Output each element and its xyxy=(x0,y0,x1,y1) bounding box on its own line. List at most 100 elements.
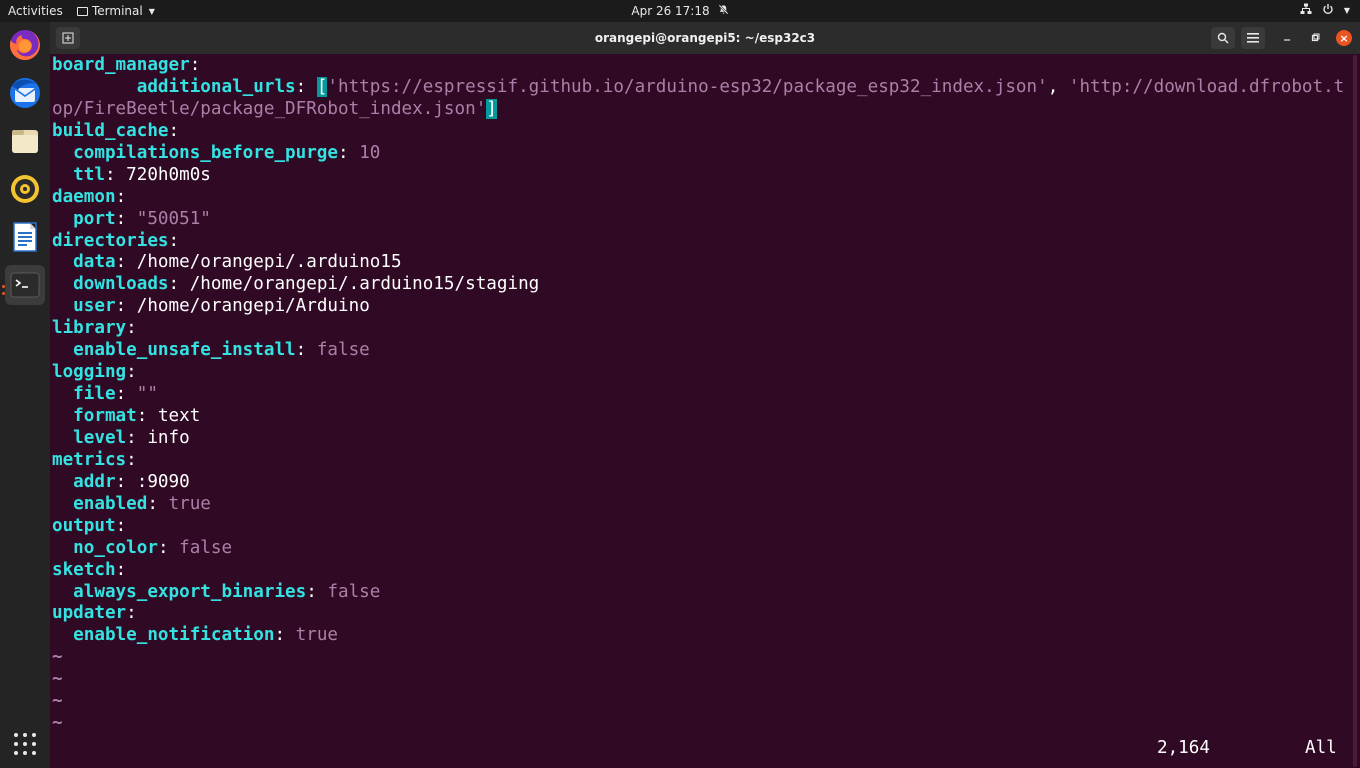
yaml-text: : xyxy=(136,406,158,426)
yaml-text: 'http://download.dfrobot.t xyxy=(1068,76,1345,97)
cursor-bracket-highlight: [ xyxy=(316,76,328,97)
yaml-text: : xyxy=(115,208,137,229)
menu-button[interactable] xyxy=(1241,27,1265,49)
show-applications-button[interactable] xyxy=(5,724,45,764)
yaml-text: : xyxy=(168,274,190,295)
yaml-text: : xyxy=(126,318,137,339)
system-tray[interactable]: ▼ xyxy=(1300,3,1350,18)
editor-line: level: info xyxy=(52,428,1352,450)
power-icon xyxy=(1322,3,1334,18)
dock-files[interactable] xyxy=(5,121,45,161)
yaml-text: : xyxy=(126,449,137,470)
yaml-text: : xyxy=(168,120,180,141)
empty-line-marker: ~ xyxy=(52,647,1352,669)
yaml-text: : xyxy=(295,340,317,361)
dock-firefox[interactable] xyxy=(5,25,45,65)
tilde-marker: ~ xyxy=(52,713,63,734)
editor-line: file: "" xyxy=(52,384,1352,406)
yaml-key: level xyxy=(52,427,127,448)
yaml-text: : xyxy=(126,603,137,624)
yaml-text: : xyxy=(168,230,180,251)
yaml-key: addr xyxy=(52,471,116,492)
window-title: orangepi@orangepi5: ~/esp32c3 xyxy=(594,31,816,45)
hamburger-icon xyxy=(1247,33,1259,43)
yaml-text: : xyxy=(295,76,317,97)
yaml-text: : xyxy=(306,581,328,602)
tray-caret-icon: ▼ xyxy=(1343,6,1350,15)
yaml-text: /home/orangepi/.arduino15/staging xyxy=(189,274,540,295)
editor-line: compilations_before_purge: 10 xyxy=(52,143,1352,165)
yaml-text: op/FireBeetle/package_DFRobot_index.json… xyxy=(52,98,487,119)
close-icon: × xyxy=(1339,31,1349,45)
yaml-text: /home/orangepi/.arduino15 xyxy=(136,252,402,273)
yaml-text: info xyxy=(147,427,190,448)
yaml-text: : xyxy=(104,164,127,185)
editor-line: ttl: 720h0m0s xyxy=(52,165,1352,187)
clock-area: Apr 26 17:18 xyxy=(0,4,1360,18)
tilde-marker: ~ xyxy=(52,647,63,668)
yaml-key: downloads xyxy=(52,274,169,295)
minimize-button[interactable] xyxy=(1275,27,1299,49)
show-applications-icon xyxy=(14,733,36,755)
search-button[interactable] xyxy=(1211,27,1235,49)
editor-line: additional_urls: ['https://espressif.git… xyxy=(52,76,1352,99)
yaml-text: "50051" xyxy=(136,208,211,229)
dock-writer[interactable] xyxy=(5,217,45,257)
terminal-window: orangepi@orangepi5: ~/esp32c3 × board_ma… xyxy=(50,22,1360,768)
yaml-text: : xyxy=(115,296,137,317)
yaml-text: , xyxy=(1047,76,1069,97)
yaml-text: : xyxy=(126,362,137,383)
editor-line: enable_notification: true xyxy=(52,625,1352,647)
cursor-bracket-highlight: ] xyxy=(486,98,497,119)
title-bar[interactable]: orangepi@orangepi5: ~/esp32c3 × xyxy=(50,22,1360,54)
firefox-icon xyxy=(9,30,40,60)
dock-terminal[interactable] xyxy=(5,265,45,305)
yaml-text: 720h0m0s xyxy=(126,164,211,185)
yaml-key: enabled xyxy=(52,493,148,514)
tilde-marker: ~ xyxy=(52,669,63,690)
yaml-key: logging xyxy=(52,362,127,383)
activities-button[interactable]: Activities xyxy=(8,4,63,18)
terminal-content[interactable]: board_manager: additional_urls: ['https:… xyxy=(52,55,1352,767)
close-button[interactable]: × xyxy=(1336,30,1352,46)
yaml-text: : xyxy=(338,142,360,163)
editor-line: updater: xyxy=(52,603,1352,625)
yaml-key: library xyxy=(52,318,127,339)
maximize-button[interactable] xyxy=(1303,27,1327,49)
dock-thunderbird[interactable] xyxy=(5,73,45,113)
editor-line: output: xyxy=(52,516,1352,538)
thunderbird-icon xyxy=(10,78,40,108)
yaml-key: enable_unsafe_install xyxy=(52,340,296,361)
yaml-text: 'https://espressif.github.io/arduino-esp… xyxy=(327,76,1048,97)
yaml-text: : xyxy=(274,625,296,646)
yaml-key: output xyxy=(52,515,116,536)
yaml-key: enable_notification xyxy=(52,625,275,646)
yaml-text: : xyxy=(115,186,127,207)
clock[interactable]: Apr 26 17:18 xyxy=(631,4,709,18)
yaml-text: : xyxy=(115,471,137,492)
yaml-key: build_cache xyxy=(52,120,169,141)
editor-line: enable_unsafe_install: false xyxy=(52,340,1352,362)
yaml-text: /home/orangepi/Arduino xyxy=(136,296,370,317)
editor-line: build_cache: xyxy=(52,121,1352,143)
search-icon xyxy=(1217,32,1229,44)
yaml-key: no_color xyxy=(52,537,158,558)
yaml-key: directories xyxy=(52,230,169,251)
yaml-text: 10 xyxy=(359,142,381,163)
dock-rhythmbox[interactable] xyxy=(5,169,45,209)
yaml-text: :9090 xyxy=(136,471,190,492)
app-menu[interactable]: Terminal ▼ xyxy=(77,4,155,18)
scrollbar[interactable] xyxy=(1353,55,1357,767)
yaml-text: false xyxy=(179,537,233,558)
editor-line: metrics: xyxy=(52,450,1352,472)
yaml-key: compilations_before_purge xyxy=(52,142,338,163)
yaml-text: : xyxy=(147,493,169,514)
editor-line: sketch: xyxy=(52,560,1352,582)
yaml-text: "" xyxy=(136,384,158,405)
rhythmbox-icon xyxy=(11,175,39,203)
yaml-key: user xyxy=(52,296,116,317)
cursor-position: 2,164 xyxy=(1157,738,1210,758)
notifications-muted-icon xyxy=(718,4,729,18)
tilde-marker: ~ xyxy=(52,691,63,712)
yaml-key: format xyxy=(52,406,137,426)
